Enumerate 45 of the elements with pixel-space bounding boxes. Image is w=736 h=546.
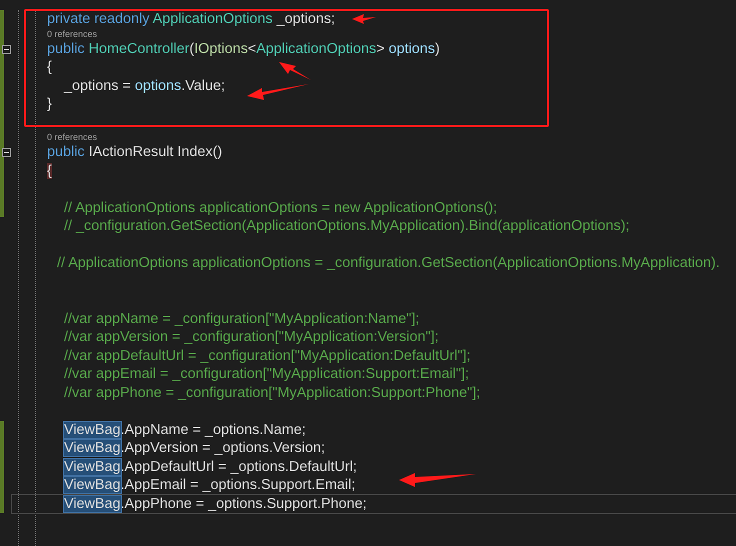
code-comment: // ApplicationOptions applicationOptions = _configuration.GetSection(ApplicationOptions.MyApplication). [57,255,720,271]
code-token: { [47,162,52,178]
arrow-annotation [247,84,309,100]
code-token: HomeController [88,40,190,56]
codelens-text[interactable]: 0 references [47,28,736,40]
code-comment: // ApplicationOptions applicationOptions = new ApplicationOptions(); [64,200,498,216]
code-token: _options = [64,78,132,94]
arrow-annotation [352,14,376,24]
code-token: < [248,40,256,56]
code-comment: //var appPhone = _configuration["MyApplication:Support:Phone"]; [64,384,480,400]
highlighted-identifier: ViewBag [64,477,121,493]
code-token: ApplicationOptions [256,40,376,56]
code-token: ) [435,40,440,56]
code-token: IActionResult Index() [88,144,222,160]
code-comment: //var appVersion = _configuration["MyApplication:Version"]; [64,329,439,345]
code-token: options [388,40,435,56]
code-token: .AppName = _options.Name; [120,422,306,438]
code-token: ( [189,40,194,56]
code-token: _options; [275,11,336,27]
code-comment: //var appDefaultUrl = _configuration["MyApplication:DefaultUrl"]; [64,348,471,364]
code-token: public [47,40,86,56]
code-comment: // _configuration.GetSection(ApplicationOptions.MyApplication).Bind(applicationOptions); [64,218,630,234]
highlighted-identifier: ViewBag [64,440,121,456]
code-token: .AppPhone = _options.Support.Phone; [120,496,367,512]
highlighted-identifier: ViewBag [64,458,121,474]
code-comment: //var appName = _configuration["MyApplication:Name"]; [64,310,420,326]
highlighted-identifier: ViewBag [64,422,121,438]
code-token: ApplicationOptions [152,11,273,27]
code-comment: //var appEmail = _configuration["MyApplication:Support:Email"]; [64,366,469,382]
arrow-annotation [279,62,311,80]
code-token: .AppEmail = _options.Support.Email; [120,477,356,493]
code-token: > [376,40,386,56]
code-token: private readonly [47,11,150,27]
highlighted-identifier: ViewBag [64,496,121,512]
code-token: .AppDefaultUrl = _options.DefaultUrl; [120,458,357,474]
codelens-text[interactable]: 0 references [47,132,736,143]
code-token: public [47,144,86,160]
code-token: { [47,59,52,75]
code-token: } [47,96,52,112]
collapse-icon[interactable] [2,44,11,54]
code-token: IOptions [194,40,248,56]
collapse-icon[interactable] [2,148,11,157]
code-token: options [134,78,182,94]
code-token: .AppVersion = _options.Version; [120,440,325,456]
code-token: .Value; [181,78,225,94]
